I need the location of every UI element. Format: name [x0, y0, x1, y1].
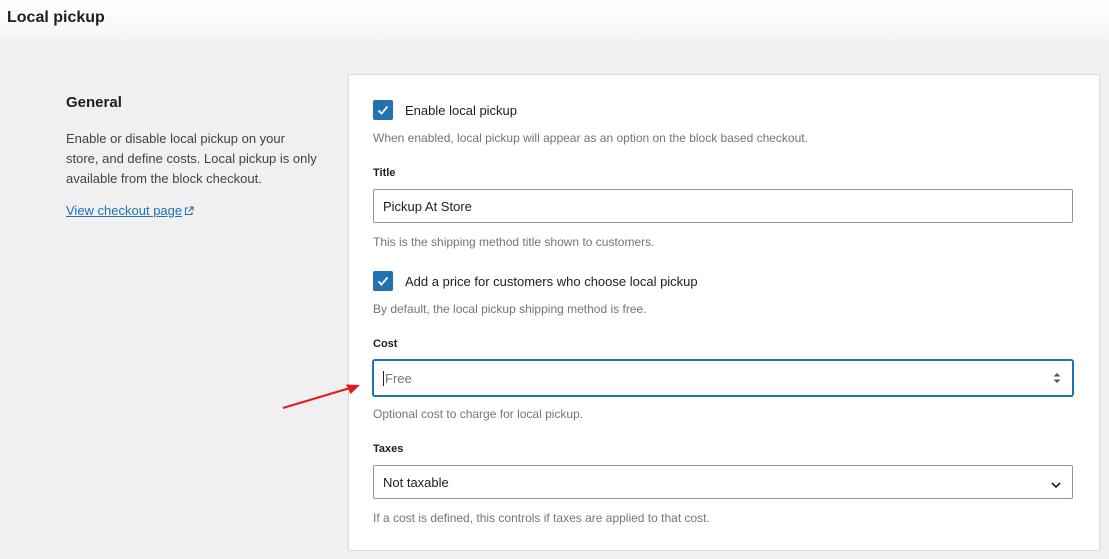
cost-input[interactable]: Free: [373, 360, 1073, 396]
title-input[interactable]: Pickup At Store: [373, 189, 1073, 223]
taxes-field-label: Taxes: [373, 443, 404, 455]
enable-local-pickup-help: When enabled, local pickup will appear a…: [373, 131, 808, 145]
title-help: This is the shipping method title shown …: [373, 235, 655, 249]
checkmark-icon: [377, 105, 389, 115]
view-checkout-link-label: View checkout page: [66, 203, 183, 218]
title-field-label: Title: [373, 167, 396, 179]
annotation-arrow-icon: [282, 384, 360, 410]
cost-help: Optional cost to charge for local pickup…: [373, 407, 584, 421]
enable-local-pickup-row[interactable]: Enable local pickup: [373, 100, 517, 120]
number-stepper-icon[interactable]: [1052, 371, 1062, 388]
taxes-help: If a cost is defined, this controls if t…: [373, 511, 710, 525]
general-section-sidebar: General Enable or disable local pickup o…: [66, 94, 328, 220]
taxes-select[interactable]: Not taxable: [373, 465, 1073, 499]
cost-field-label: Cost: [373, 338, 398, 350]
add-price-label: Add a price for customers who choose loc…: [405, 273, 698, 289]
add-price-row[interactable]: Add a price for customers who choose loc…: [373, 271, 698, 291]
section-description: Enable or disable local pickup on your s…: [66, 131, 317, 186]
top-header-bar: Local pickup: [0, 0, 1109, 45]
taxes-selected-value: Not taxable: [383, 474, 449, 490]
cost-input-placeholder: Free: [383, 370, 412, 386]
page-title: Local pickup: [7, 9, 105, 26]
view-checkout-page-link[interactable]: View checkout page: [66, 203, 194, 218]
add-price-help: By default, the local pickup shipping me…: [373, 302, 647, 316]
add-price-checkbox[interactable]: [373, 271, 393, 291]
title-input-value: Pickup At Store: [383, 198, 472, 214]
chevron-down-icon: [1050, 478, 1062, 493]
external-link-icon: [184, 204, 194, 219]
local-pickup-settings-card: Enable local pickup When enabled, local …: [348, 74, 1100, 551]
section-heading: General: [66, 94, 122, 111]
checkmark-icon: [377, 276, 389, 286]
enable-local-pickup-checkbox[interactable]: [373, 100, 393, 120]
enable-local-pickup-label: Enable local pickup: [405, 102, 518, 118]
